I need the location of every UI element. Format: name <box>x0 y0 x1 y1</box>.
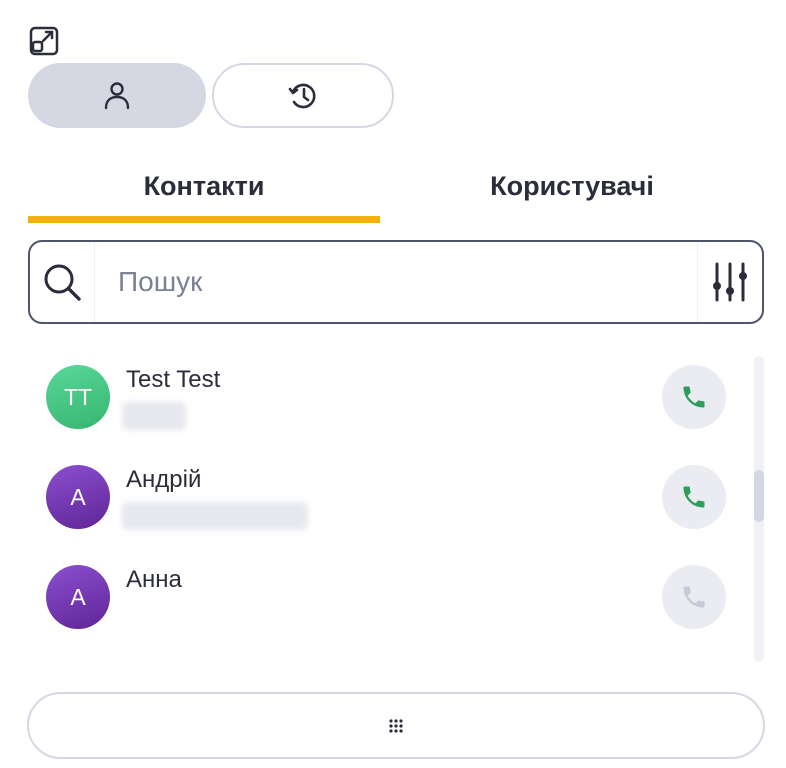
dialpad-button[interactable] <box>27 692 765 759</box>
search-input[interactable] <box>118 256 698 308</box>
expand-window-button[interactable] <box>29 26 59 56</box>
contact-name: Анна <box>126 566 182 593</box>
tab-contacts[interactable]: Контакти <box>28 160 380 212</box>
avatar: TT <box>46 365 110 429</box>
avatar-initials: A <box>70 483 86 510</box>
contact-number-redacted <box>122 402 186 430</box>
phone-icon <box>683 586 705 608</box>
avatar: A <box>46 565 110 629</box>
search-bar <box>28 240 764 324</box>
scrollbar-thumb[interactable] <box>754 470 764 522</box>
tab-users[interactable]: Користувачі <box>396 160 748 212</box>
avatar: A <box>46 465 110 529</box>
contact-name: Test Test <box>126 366 221 393</box>
list-item[interactable]: A Андрій <box>28 448 744 548</box>
avatar-initials: TT <box>63 383 93 410</box>
list-item[interactable]: TT Test Test <box>28 348 744 448</box>
dialpad-icon <box>389 718 403 733</box>
history-mode-button[interactable] <box>212 63 394 128</box>
phone-icon <box>683 486 705 508</box>
active-tab-indicator <box>28 216 380 223</box>
avatar-initials: A <box>70 583 86 610</box>
call-button-disabled[interactable] <box>662 565 726 629</box>
list-item[interactable]: A Анна <box>28 548 744 648</box>
contact-number-redacted <box>122 502 308 530</box>
history-clock-icon <box>288 83 316 108</box>
scrollbar[interactable] <box>754 356 764 662</box>
contact-name: Андрій <box>126 466 202 493</box>
call-button[interactable] <box>662 365 726 429</box>
contacts-mode-button[interactable] <box>28 63 206 128</box>
filter-sliders-icon <box>713 262 747 302</box>
call-button[interactable] <box>662 465 726 529</box>
person-icon <box>104 81 130 109</box>
expand-window-icon <box>29 26 59 56</box>
phone-icon <box>683 386 705 408</box>
search-icon-container <box>30 242 95 322</box>
filter-button[interactable] <box>697 242 762 322</box>
search-icon <box>44 264 81 301</box>
contact-list: TT Test Test A Андрій A Анна <box>28 348 744 658</box>
